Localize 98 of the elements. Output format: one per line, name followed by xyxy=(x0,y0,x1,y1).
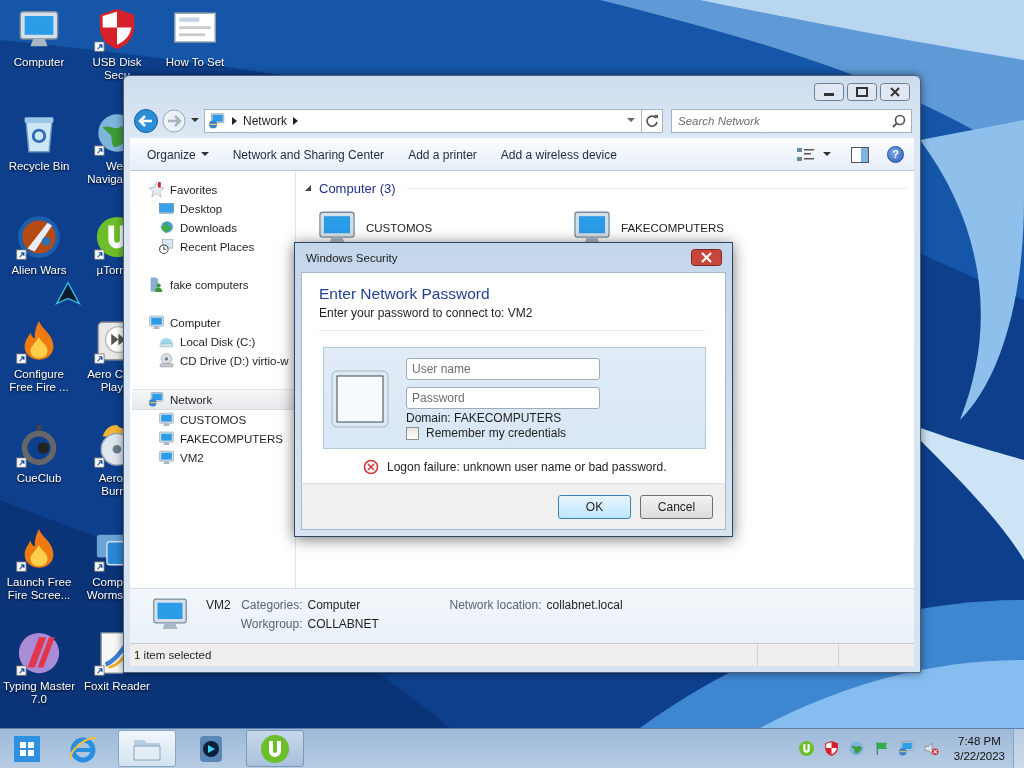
breadcrumb-arrow-icon[interactable] xyxy=(232,116,237,125)
input-field[interactable]: Password xyxy=(406,387,600,409)
icon-label[interactable]: Alien Wars xyxy=(1,264,77,277)
icon-label[interactable]: Recycle Bin xyxy=(1,160,77,173)
toolbar-button[interactable]: Organize xyxy=(138,143,218,166)
nav-item[interactable]: Network xyxy=(132,389,295,410)
field-label: Network location: xyxy=(449,598,542,612)
icon-label[interactable]: Aero C Play xyxy=(81,368,123,394)
back-button[interactable] xyxy=(134,108,158,133)
star-icon xyxy=(148,181,165,198)
windows-icon xyxy=(14,735,40,762)
close-button[interactable] xyxy=(880,83,910,101)
preview-pane-icon[interactable] xyxy=(851,146,869,163)
network-icon xyxy=(208,111,226,130)
clock-icon xyxy=(158,238,175,255)
game-emblem-icon[interactable] xyxy=(16,214,62,260)
search-field[interactable]: Search Network xyxy=(671,108,912,133)
dialog-button[interactable]: Cancel xyxy=(640,494,713,519)
icon-label[interactable]: Foxit Reader xyxy=(79,680,155,693)
checkbox-label[interactable]: Remember my credentials xyxy=(426,426,567,440)
nav-item[interactable]: Recent Places xyxy=(130,237,295,256)
muted-speaker-icon[interactable] xyxy=(922,740,940,757)
icon-label[interactable]: Aero Burr xyxy=(81,472,123,498)
icon-label[interactable]: How To Set xyxy=(157,56,233,69)
input-field[interactable]: User name xyxy=(406,358,600,380)
domain-text: Domain: FAKECOMPUTERS xyxy=(406,411,563,425)
toolbar-button[interactable]: Add a wireless device xyxy=(491,143,626,166)
dialog-heading: Enter Network Password xyxy=(319,285,491,303)
round-logo-icon xyxy=(259,732,291,765)
download-icon xyxy=(158,219,175,236)
user-tile-icon xyxy=(331,370,389,428)
caret-icon[interactable] xyxy=(823,152,831,157)
address-bar[interactable]: Network xyxy=(204,108,642,133)
caret-icon xyxy=(200,152,209,157)
nav-item[interactable]: Desktop xyxy=(130,199,295,218)
minimize-button[interactable] xyxy=(814,83,844,101)
refresh-button[interactable] xyxy=(641,108,663,133)
toolbar-button[interactable]: Add a printer xyxy=(399,143,486,166)
monitor-icon xyxy=(158,411,175,428)
icon-label[interactable]: Typing Master 7.0 xyxy=(1,680,77,706)
spaceship-icon xyxy=(54,280,82,308)
history-caret-icon[interactable] xyxy=(191,118,199,123)
checkbox[interactable] xyxy=(406,426,419,440)
breadcrumb[interactable]: Network xyxy=(243,113,287,128)
icon-label[interactable]: Launch Free Fire Scree... xyxy=(1,576,77,602)
group-title[interactable]: Computer (3) xyxy=(319,180,396,196)
start-button[interactable] xyxy=(12,733,42,764)
view-options-icon[interactable] xyxy=(797,146,815,163)
maximize-button[interactable] xyxy=(847,83,877,101)
nav-item[interactable]: Computer xyxy=(130,313,295,332)
icon-label[interactable]: We Naviga xyxy=(81,160,123,186)
item-label[interactable]: FAKECOMPUTERS xyxy=(621,222,724,234)
stripes-logo-icon[interactable] xyxy=(16,630,62,676)
close-button[interactable] xyxy=(691,249,722,266)
dialog-button[interactable]: OK xyxy=(558,494,631,519)
icon-label[interactable]: Comp Worms xyxy=(81,576,123,602)
field-value: collabnet.local xyxy=(546,598,623,612)
nav-item[interactable]: Downloads xyxy=(130,218,295,237)
search-icon xyxy=(892,113,906,128)
monitor-icon xyxy=(158,430,175,447)
nav-item[interactable]: VM2 xyxy=(130,448,295,467)
dialog-subtitle: Enter your password to connect to: VM2 xyxy=(319,306,534,320)
status-text: 1 item selected xyxy=(134,649,213,661)
nav-item[interactable]: fake computers xyxy=(130,275,295,294)
icon-label[interactable]: Configure Free Fire ... xyxy=(1,368,77,394)
field-label: Categories: xyxy=(240,598,303,612)
field-value: Computer xyxy=(307,598,362,612)
field-value: COLLABNET xyxy=(307,617,380,631)
toolbar-button[interactable]: Network and Sharing Center xyxy=(223,143,394,166)
network-icon xyxy=(148,391,165,408)
nav-item[interactable]: Favorites xyxy=(130,180,295,199)
monitor-icon xyxy=(158,449,175,466)
icon-label[interactable]: µTorr xyxy=(81,264,123,277)
desktop-icon xyxy=(158,200,175,217)
error-icon xyxy=(363,459,379,475)
icon-label[interactable]: Computer xyxy=(1,56,77,69)
shield-icon[interactable] xyxy=(822,740,840,757)
item-label[interactable]: CUSTOMOS xyxy=(366,222,433,234)
clock[interactable]: 7:48 PM 3/22/2023 xyxy=(953,733,1005,764)
nav-item[interactable]: FAKECOMPUTERS xyxy=(130,429,295,448)
dialog-title: Windows Security xyxy=(306,251,398,264)
clock-time: 7:48 PM xyxy=(958,733,1001,749)
disc-drive-icon xyxy=(158,352,175,369)
item-name: VM2 xyxy=(206,598,231,612)
breadcrumb-arrow-icon[interactable] xyxy=(293,116,298,125)
clock-date: 3/22/2023 xyxy=(953,748,1005,764)
disc-icon[interactable] xyxy=(94,422,123,468)
nav-item[interactable]: Local Disk (C:) xyxy=(130,332,295,351)
dropdown-caret-icon[interactable] xyxy=(627,118,635,123)
nav-item[interactable]: CD Drive (D:) virtio-w xyxy=(130,351,295,370)
collapse-arrow-icon[interactable] xyxy=(304,184,312,192)
shared-folder-icon xyxy=(148,276,165,293)
field-label: Workgroup: xyxy=(240,617,303,631)
error-message: Logon failure: unknown user name or bad password. xyxy=(387,460,667,474)
monitor-icon xyxy=(148,314,165,331)
icon-label[interactable]: CueClub xyxy=(1,472,77,485)
nav-item[interactable]: CUSTOMOS xyxy=(130,410,295,429)
show-desktop-button[interactable] xyxy=(1013,728,1024,768)
